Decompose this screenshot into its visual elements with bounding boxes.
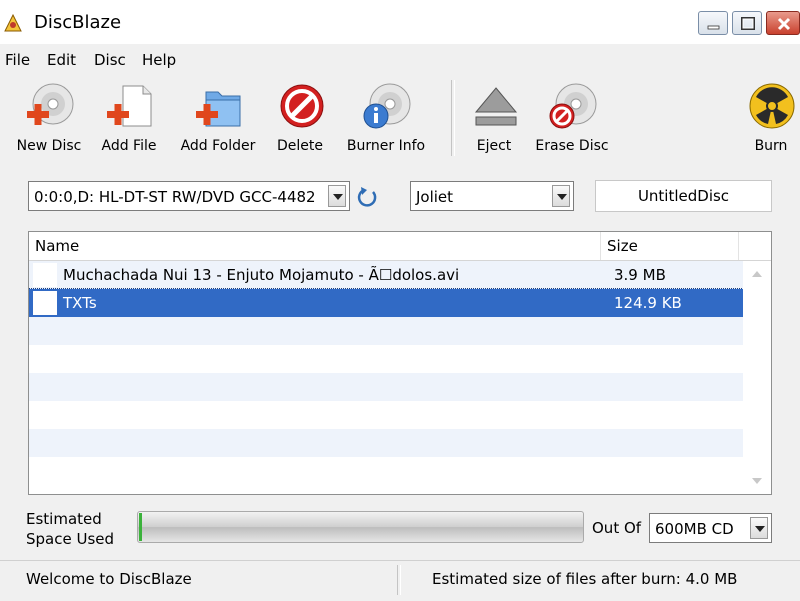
file-list: Name Size Muchachada Nui 13 - Enjuto Moj… [28, 231, 772, 495]
add-folder-label: Add Folder [180, 138, 256, 154]
refresh-icon[interactable] [356, 186, 378, 208]
file-list-rows: Muchachada Nui 13 - Enjuto Mojamuto - Ã☐… [29, 261, 744, 485]
capacity-select-value: 600MB CD [655, 520, 734, 538]
maximize-button[interactable] [732, 11, 762, 35]
drive-select[interactable]: 0:0:0,D: HL-DT-ST RW/DVD GCC-4482 [28, 181, 350, 211]
maximize-icon [741, 17, 755, 30]
add-file-label: Add File [101, 138, 157, 154]
vertical-scrollbar[interactable] [743, 261, 771, 494]
menu-file[interactable]: File [5, 51, 30, 69]
estimated-space-label-line1: Estimated [26, 510, 102, 528]
chevron-down-icon[interactable] [552, 185, 570, 207]
capacity-select[interactable]: 600MB CD [649, 513, 772, 543]
status-estimated-size: Estimated size of files after burn: 4.0 … [432, 570, 738, 588]
estimated-space-label-line2: Space Used [26, 530, 115, 548]
menu-disc[interactable]: Disc [94, 51, 126, 69]
erase-disc-button[interactable]: Erase Disc [535, 82, 609, 154]
add-file-icon [107, 85, 152, 127]
delete-button[interactable]: Delete [276, 82, 324, 154]
close-icon [777, 17, 791, 31]
status-bar: Welcome to DiscBlaze Estimated size of f… [0, 560, 800, 601]
burner-info-button[interactable]: Burner Info [342, 82, 430, 154]
empty-row [29, 401, 743, 429]
erase-disc-icon [549, 83, 597, 129]
file-size: 124.9 KB [614, 294, 682, 312]
file-list-header: Name Size [29, 232, 771, 261]
file-name: Muchachada Nui 13 - Enjuto Mojamuto - Ã☐… [63, 266, 460, 284]
title-bar: DiscBlaze [0, 0, 800, 45]
table-row[interactable]: TXTs 124.9 KB [29, 288, 744, 318]
menu-help[interactable]: Help [142, 51, 176, 69]
add-folder-icon [196, 91, 241, 127]
toolbar-separator [451, 80, 455, 156]
status-welcome: Welcome to DiscBlaze [26, 570, 192, 588]
file-icon [33, 263, 57, 287]
burner-info-icon [363, 83, 411, 129]
burn-button[interactable]: Burn [746, 82, 796, 154]
estimated-space-label: Estimated Space Used [26, 509, 114, 549]
minimize-icon [707, 25, 720, 30]
burn-icon [749, 83, 795, 129]
filesystem-select[interactable]: Joliet [410, 181, 574, 211]
delete-label: Delete [277, 138, 323, 154]
empty-row [29, 373, 743, 401]
new-disc-icon [27, 83, 74, 125]
new-disc-label: New Disc [16, 138, 82, 154]
empty-row [29, 317, 743, 345]
menu-edit[interactable]: Edit [47, 51, 76, 69]
table-row[interactable]: Muchachada Nui 13 - Enjuto Mojamuto - Ã☐… [29, 261, 743, 289]
scroll-down-icon[interactable] [743, 468, 771, 494]
progress-fill [139, 513, 142, 541]
delete-icon [280, 84, 324, 128]
eject-icon [474, 87, 518, 126]
empty-row [29, 429, 743, 457]
filesystem-select-value: Joliet [416, 188, 454, 206]
toolbar: New Disc Add File Add Folder Delete Burn… [0, 74, 800, 166]
add-folder-button[interactable]: Add Folder [177, 82, 259, 154]
chevron-down-icon[interactable] [750, 517, 768, 539]
out-of-label: Out Of [592, 519, 642, 537]
status-divider [397, 565, 401, 595]
erase-disc-label: Erase Disc [535, 138, 609, 154]
window-title: DiscBlaze [34, 12, 122, 33]
folder-icon [33, 291, 57, 315]
file-name: TXTs [63, 294, 97, 312]
empty-row [29, 457, 743, 485]
column-size[interactable]: Size [601, 232, 739, 260]
new-disc-button[interactable]: New Disc [16, 82, 82, 154]
burner-info-label: Burner Info [346, 138, 426, 154]
add-file-button[interactable]: Add File [98, 82, 160, 154]
column-name[interactable]: Name [29, 232, 601, 260]
space-used-progress [137, 511, 584, 543]
file-size: 3.9 MB [614, 266, 666, 284]
drive-select-value: 0:0:0,D: HL-DT-ST RW/DVD GCC-4482 [34, 188, 316, 206]
scroll-up-icon[interactable] [743, 261, 771, 287]
chevron-down-icon[interactable] [328, 185, 346, 207]
close-button[interactable] [766, 11, 800, 35]
burn-label: Burn [754, 138, 788, 154]
eject-button[interactable]: Eject [470, 82, 518, 154]
minimize-button[interactable] [698, 11, 728, 35]
empty-row [29, 345, 743, 373]
app-icon [4, 14, 22, 32]
eject-label: Eject [476, 138, 512, 154]
menu-bar: File Edit Disc Help [0, 44, 800, 74]
disc-label-field[interactable]: UntitledDisc [595, 180, 772, 212]
